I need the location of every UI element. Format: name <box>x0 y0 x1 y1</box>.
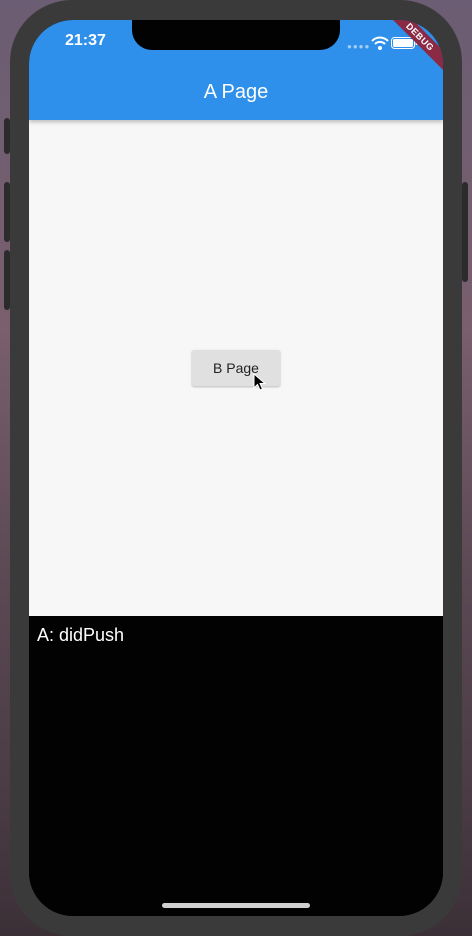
console-log-line: A: didPush <box>37 625 125 645</box>
app-bar: 21:37 ●●●● A Page <box>29 20 443 120</box>
console-panel: A: didPush <box>29 616 443 916</box>
notch <box>132 20 340 50</box>
signal-dots-icon: ●●●● <box>347 42 371 51</box>
phone-frame: 21:37 ●●●● A Page DEBUG B Page A: didPus… <box>10 0 462 936</box>
home-indicator[interactable] <box>162 903 310 908</box>
device-screen: 21:37 ●●●● A Page DEBUG B Page A: didPus… <box>29 20 443 916</box>
page-body: B Page <box>29 120 443 616</box>
status-time: 21:37 <box>65 32 106 49</box>
mouse-pointer-icon <box>253 373 267 391</box>
wifi-icon <box>371 36 389 50</box>
power-button <box>462 182 468 282</box>
page-title: A Page <box>203 81 269 103</box>
